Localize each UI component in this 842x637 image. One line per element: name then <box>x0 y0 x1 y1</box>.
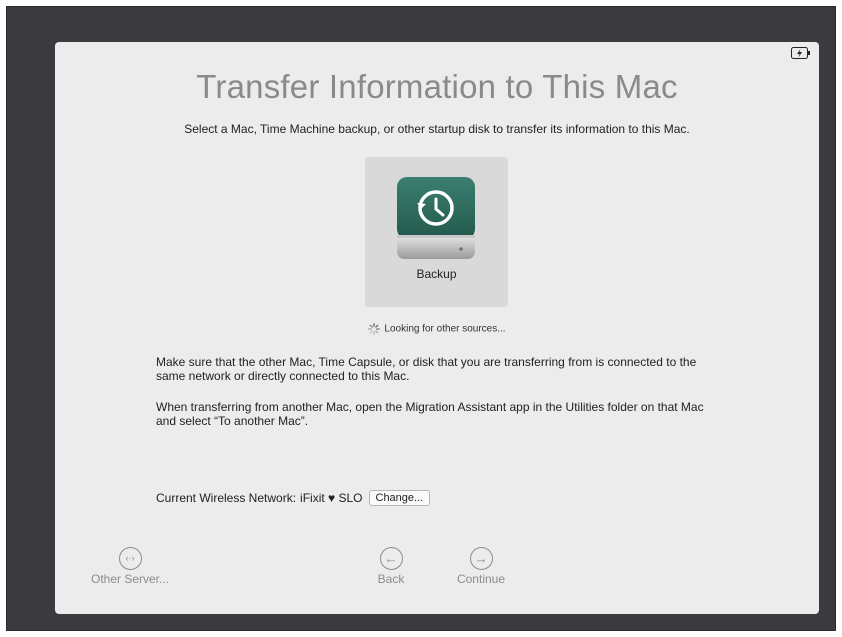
search-status: Looking for other sources... <box>55 323 819 335</box>
page-subtitle: Select a Mac, Time Machine backup, or ot… <box>184 122 690 136</box>
instruction-paragraph-migration: When transferring from another Mac, open… <box>156 400 704 428</box>
back-arrow-icon: ← <box>379 547 403 570</box>
spinner-icon <box>368 323 381 335</box>
continue-button[interactable]: → Continue <box>451 547 511 586</box>
page-title: Transfer Information to This Mac <box>196 68 678 105</box>
source-tile-label: Backup <box>416 267 457 281</box>
instruction-paragraph-connect: Make sure that the other Mac, Time Capsu… <box>156 355 697 383</box>
migration-assistant-window: Transfer Information to This Mac Select … <box>55 42 819 614</box>
battery-charging-icon <box>791 47 810 59</box>
screen-bezel: Transfer Information to This Mac Select … <box>6 6 836 631</box>
network-name: iFixit ♥ SLO <box>300 491 363 505</box>
other-server-button[interactable]: ‹·› Other Server... <box>80 547 180 586</box>
time-machine-disk-icon <box>397 177 475 259</box>
other-server-icon: ‹·› <box>118 547 142 570</box>
source-tile-backup[interactable]: Backup <box>365 157 508 307</box>
continue-arrow-icon: → <box>469 547 493 570</box>
change-network-button[interactable]: Change... <box>368 490 431 506</box>
continue-label: Continue <box>456 572 506 586</box>
search-status-text: Looking for other sources... <box>384 323 506 335</box>
wireless-network-row: Current Wireless Network: iFixit ♥ SLO C… <box>156 490 431 506</box>
back-button[interactable]: ← Back <box>366 547 416 586</box>
other-server-label: Other Server... <box>90 572 170 586</box>
network-label: Current Wireless Network: <box>156 491 297 505</box>
back-label: Back <box>377 572 405 586</box>
